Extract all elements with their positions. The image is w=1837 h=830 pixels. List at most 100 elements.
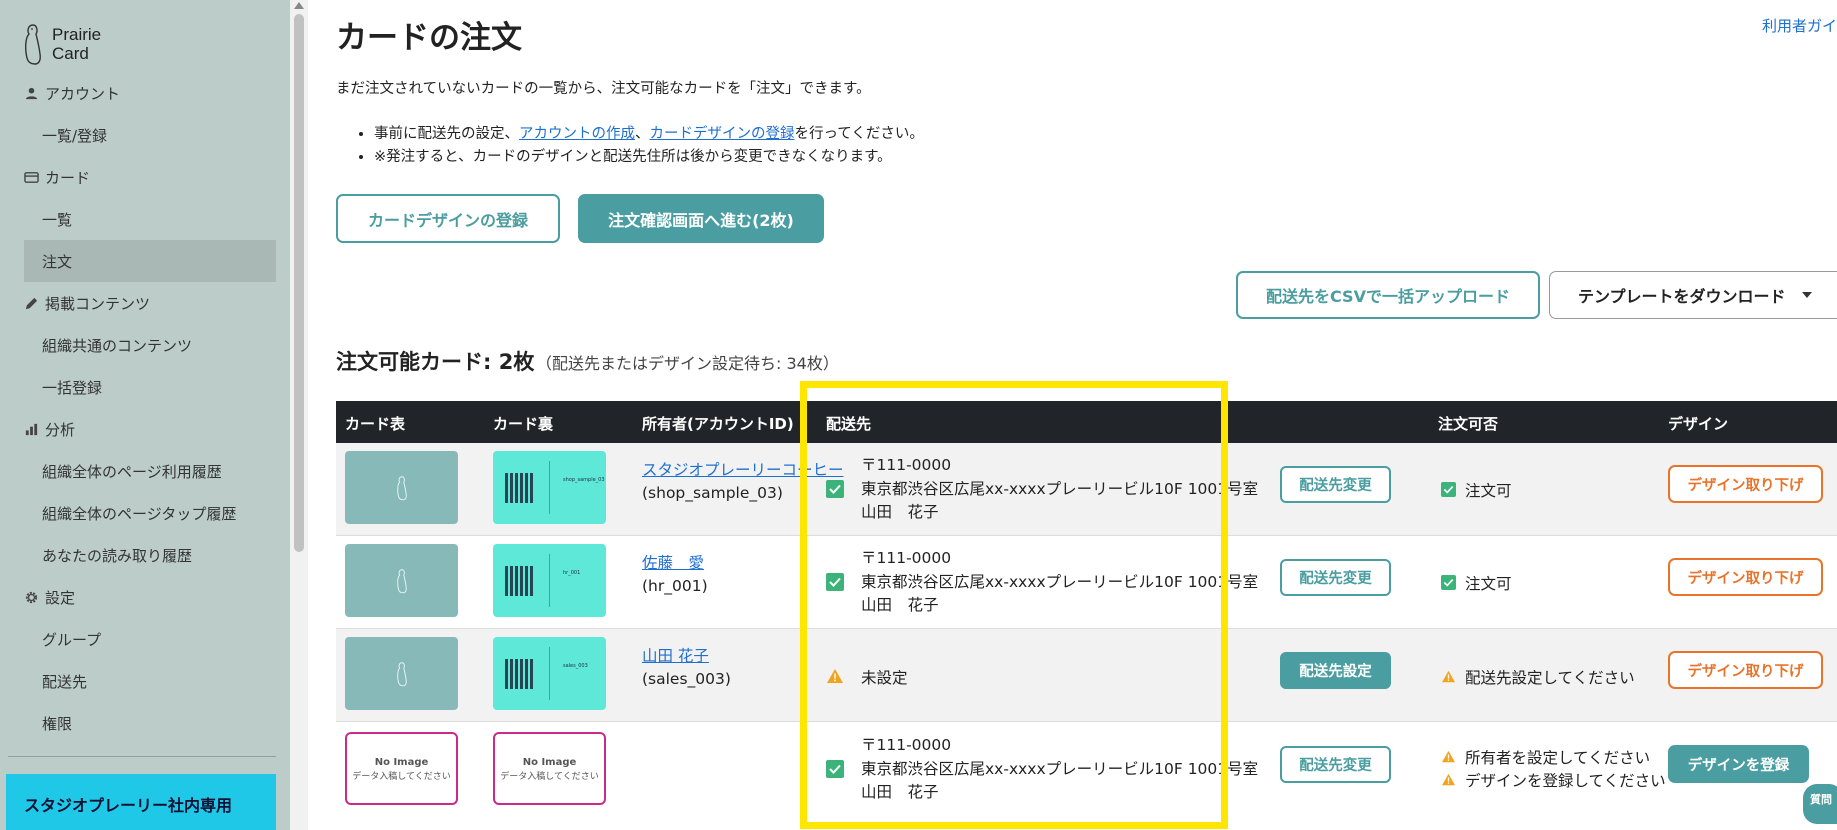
sidebar-section-label: 掲載コンテンツ [45,294,151,313]
scrollbar-thumb[interactable] [294,14,304,552]
gear-icon [25,591,38,603]
header-card-front: カード表 [345,415,406,433]
sidebar-item-card-list[interactable]: 一覧 [0,198,290,240]
intro-bullet-prerequisites: 事前に配送先の設定、アカウントの作成、カードデザインの登録を行ってください。 [374,123,924,146]
withdraw-design-button[interactable]: デザイン取り下げ [1668,651,1823,689]
sidebar-item-permissions[interactable]: 権限 [0,702,290,744]
set-address-button[interactable]: 配送先設定 [1280,652,1391,689]
template-download-button[interactable]: テンプレートをダウンロード [1549,271,1837,319]
person-icon [25,87,38,99]
brand-line1: Prairie [52,25,102,44]
sidebar-item-account-list[interactable]: 一覧/登録 [0,114,290,156]
sidebar-item-page-taps[interactable]: 組織全体のページタップ履歴 [0,492,290,534]
register-design-button[interactable]: デザインを登録 [1668,745,1809,783]
orderable-status: 注文可 [1465,575,1512,593]
pending-count-note: （配送先またはデザイン設定待ち: 34枚） [536,354,839,373]
sidebar-section-analytics[interactable]: 分析 [0,408,290,450]
address-unset-label: 未設定 [861,669,908,687]
check-icon [826,480,844,498]
sidebar-item-my-scans[interactable]: あなたの読み取り履歴 [0,534,290,576]
orderable-status: 配送先設定してください [1465,669,1635,687]
header-address: 配送先 [826,415,872,433]
bar-chart-icon [25,423,38,435]
owner-missing-status: 所有者を設定してください [1465,749,1651,767]
csv-upload-button[interactable]: 配送先をCSVで一括アップロード [1236,271,1540,319]
warning-icon [1442,750,1455,763]
card-front-no-image[interactable]: No Image データ入稿してください [345,732,458,805]
qr-code-icon [505,473,535,503]
create-account-link[interactable]: アカウントの作成 [519,126,635,142]
owner-name-link[interactable]: スタジオプレーリーコーヒー [642,458,844,480]
header-orderable: 注文可否 [1438,415,1499,433]
withdraw-design-button[interactable]: デザイン取り下げ [1668,558,1823,596]
scrollbar[interactable] [290,0,308,830]
check-icon [826,760,844,778]
sidebar-item-page-usage[interactable]: 組織全体のページ利用履歴 [0,450,290,492]
proceed-to-order-button[interactable]: 注文確認画面へ進む(2枚) [578,194,824,243]
card-back-thumbnail[interactable]: sales_003 [493,637,606,710]
sidebar-item-destinations[interactable]: 配送先 [0,660,290,702]
main-content: カードの注文 利用者ガイ まだ注文されていないカードの一覧から、注文可能なカード… [336,0,1837,830]
check-icon [1441,482,1456,497]
table-header: カード表 カード裏 所有者(アカウントID) 配送先 注文可否 デザイン [336,401,1837,443]
owner-account-id: (sales_003) [642,670,731,688]
withdraw-design-button[interactable]: デザイン取り下げ [1668,465,1823,503]
template-download-label: テンプレートをダウンロード [1578,287,1786,306]
card-back-no-image[interactable]: No Image データ入稿してください [493,732,606,805]
change-address-button[interactable]: 配送先変更 [1280,559,1391,596]
qr-code-icon [505,566,535,596]
sidebar-section-label: 分析 [45,420,76,439]
card-front-thumbnail[interactable] [345,637,458,710]
card-back-thumbnail[interactable]: hr_001 [493,544,606,617]
table-row: hr_001 佐藤 愛 (hr_001) 〒111-0000 東京都渋谷区広尾x… [336,536,1837,629]
prairie-dog-icon [396,661,407,686]
sidebar-item-order[interactable]: 注文 [24,240,276,282]
check-icon [1441,575,1456,590]
help-chat-button[interactable]: 質問 [1803,784,1837,824]
card-back-thumbnail[interactable]: shop_sample_03 [493,451,606,524]
owner-account-id: (shop_sample_03) [642,484,783,502]
sidebar-nav: アカウント 一覧/登録 カード 一覧 注文 掲載コンテンツ 組織共通のコンテンツ… [0,72,290,744]
brand-logo[interactable]: Prairie Card [22,22,101,66]
prairie-dog-icon [396,568,407,593]
sidebar-section-settings[interactable]: 設定 [0,576,290,618]
check-icon [826,573,844,591]
table-row: No Image データ入稿してください No Image データ入稿してくださ… [336,722,1837,815]
sidebar-item-groups[interactable]: グループ [0,618,290,660]
intro-bullet-warning: ※発注すると、カードのデザインと配送先住所は後から変更できなくなります。 [374,146,924,169]
delivery-address: 〒111-0000 東京都渋谷区広尾xx-xxxxプレーリービル10F 1001… [861,549,1259,614]
intro-lead: まだ注文されていないカードの一覧から、注文可能なカードを「注文」できます。 [336,81,871,97]
header-design: デザイン [1668,415,1729,433]
prairie-dog-icon [396,475,407,500]
card-icon [24,171,39,183]
design-missing-status: デザインを登録してください [1465,772,1666,790]
change-address-button[interactable]: 配送先変更 [1280,746,1391,783]
card-front-thumbnail[interactable] [345,544,458,617]
change-address-button[interactable]: 配送先変更 [1280,466,1391,503]
register-card-design-button[interactable]: カードデザインの登録 [336,194,560,243]
sidebar-section-label: アカウント [45,84,121,103]
sidebar-section-content[interactable]: 掲載コンテンツ [0,282,290,324]
owner-name-link[interactable]: 山田 花子 [642,644,709,666]
brand-line2: Card [52,44,89,63]
sidebar-item-org-content[interactable]: 組織共通のコンテンツ [0,324,290,366]
sidebar-item-bulk-register[interactable]: 一括登録 [0,366,290,408]
warning-icon [1442,670,1455,683]
sidebar-section-card[interactable]: カード [0,156,290,198]
user-guide-link[interactable]: 利用者ガイ [1762,15,1837,36]
register-design-link[interactable]: カードデザインの登録 [650,126,795,142]
owner-name-link[interactable]: 佐藤 愛 [642,551,704,573]
sidebar-section-label: カード [45,168,91,187]
sidebar-section-label: 設定 [45,588,76,607]
scroll-up-arrow-icon[interactable] [294,2,304,9]
warning-icon [827,669,843,683]
sidebar-section-account[interactable]: アカウント [0,72,290,114]
orderable-count-title: 注文可能カード: 2枚 [336,350,535,374]
card-back-id: shop_sample_03 [563,477,605,483]
table-row: sales_003 山田 花子 (sales_003) 未設定 配送先設定 配送… [336,629,1837,722]
card-front-thumbnail[interactable] [345,451,458,524]
card-back-id: sales_003 [563,663,588,669]
sidebar-divider [8,756,276,757]
header-card-back: カード裏 [493,415,554,433]
delivery-address: 〒111-0000 東京都渋谷区広尾xx-xxxxプレーリービル10F 1001… [861,456,1259,521]
